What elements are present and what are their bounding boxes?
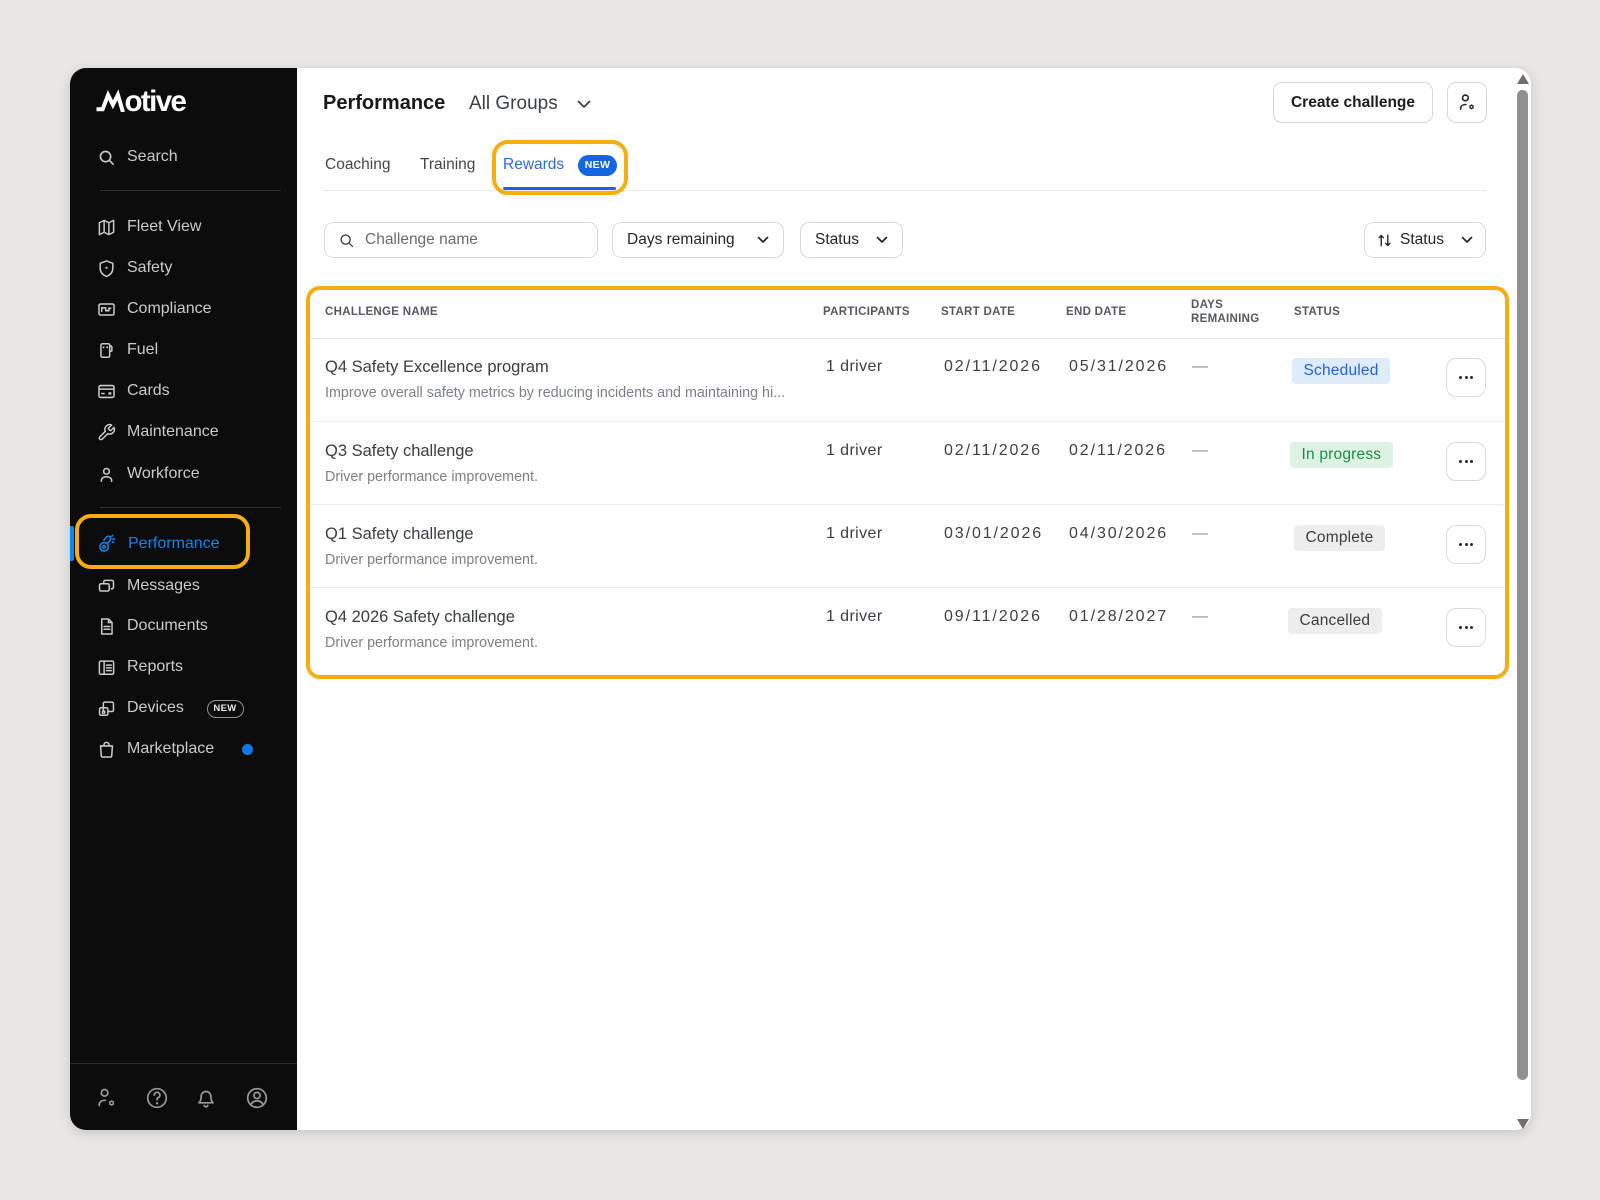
svg-text:otive: otive: [125, 88, 187, 112]
